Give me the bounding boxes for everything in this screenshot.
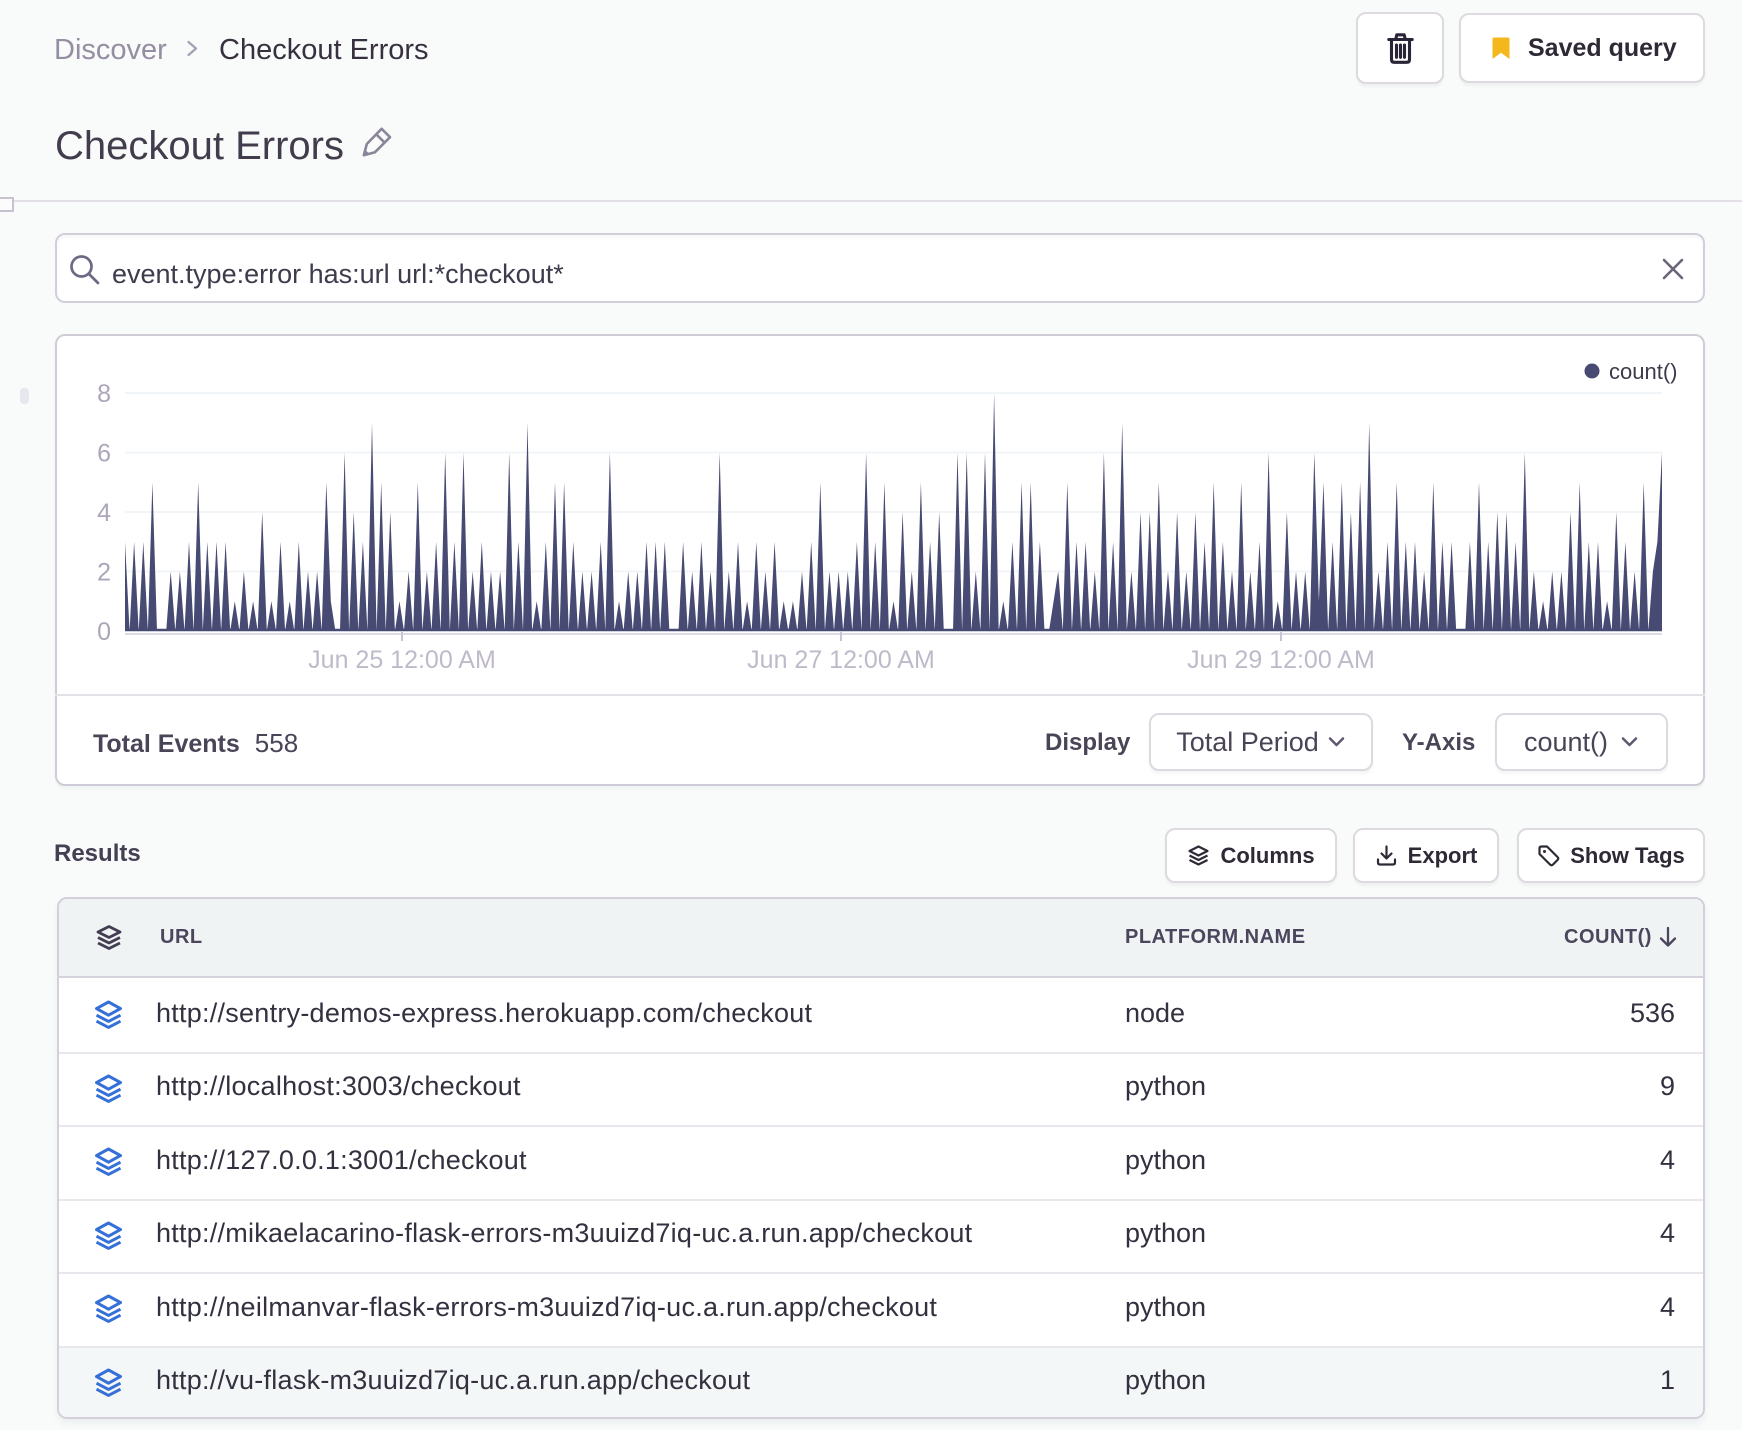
svg-text:Jun 27 12:00 AM: Jun 27 12:00 AM bbox=[747, 646, 935, 674]
svg-text:6: 6 bbox=[97, 440, 111, 468]
svg-text:count(): count() bbox=[1609, 359, 1677, 384]
svg-text:8: 8 bbox=[97, 380, 111, 408]
svg-text:4: 4 bbox=[97, 499, 111, 527]
svg-text:0: 0 bbox=[97, 618, 111, 646]
svg-text:Jun 25 12:00 AM: Jun 25 12:00 AM bbox=[308, 646, 496, 674]
svg-text:2: 2 bbox=[97, 559, 111, 587]
svg-text:Jun 29 12:00 AM: Jun 29 12:00 AM bbox=[1187, 646, 1375, 674]
